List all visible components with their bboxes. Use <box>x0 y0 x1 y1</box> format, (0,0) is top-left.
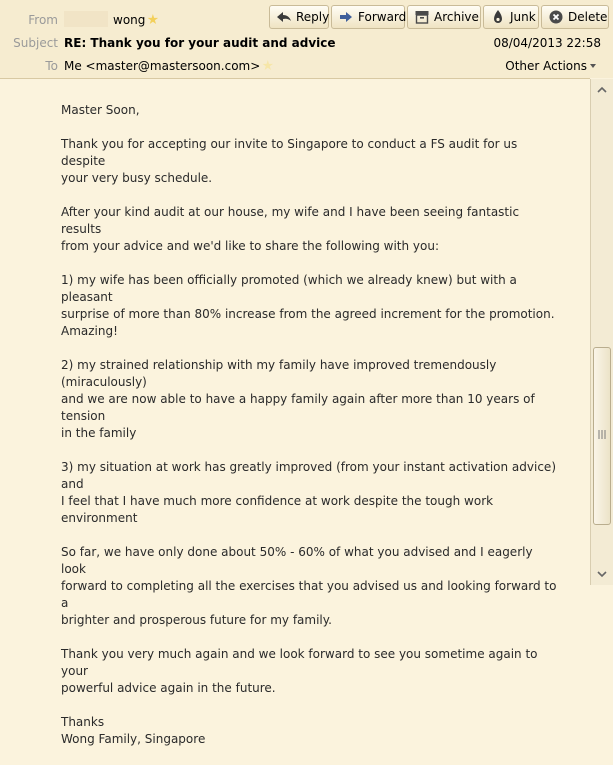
star-icon[interactable] <box>262 60 274 71</box>
paragraph-thanks: Thank you for accepting our invite to Si… <box>61 137 518 185</box>
message-body: Master Soon, Thank you for accepting our… <box>0 79 590 746</box>
to-label: To <box>45 59 58 73</box>
scroll-up-arrow-icon[interactable] <box>595 83 609 97</box>
forward-arrow-icon <box>340 12 352 22</box>
junk-flame-icon <box>494 10 502 23</box>
archive-label: Archive <box>434 10 479 24</box>
grip-lines-icon <box>598 430 606 439</box>
junk-button[interactable]: Junk <box>483 5 539 29</box>
paragraph-point-1: 1) my wife has been officially promoted … <box>61 273 555 338</box>
paragraph-signature: Thanks Wong Family, Singapore <box>61 715 206 746</box>
reply-button[interactable]: Reply <box>269 5 329 29</box>
subject-label: Subject <box>13 36 58 50</box>
scrollbar-thumb[interactable] <box>593 347 611 525</box>
redacted-sender <box>64 11 108 27</box>
caret-down-icon <box>590 64 596 68</box>
vertical-scrollbar[interactable] <box>590 79 613 585</box>
message-date: 08/04/2013 22:58 <box>493 36 601 50</box>
message-header: From wong Reply Forward Archive Junk Del… <box>0 0 613 78</box>
scroll-down-arrow-icon[interactable] <box>595 567 609 581</box>
from-label: From <box>28 13 58 27</box>
paragraph-progress: So far, we have only done about 50% - 60… <box>61 545 557 627</box>
paragraph-greeting: Master Soon, <box>61 103 140 117</box>
from-sender[interactable]: wong <box>113 13 159 27</box>
paragraph-point-2: 2) my strained relationship with my fami… <box>61 358 535 440</box>
subject-text: RE: Thank you for your audit and advice <box>64 36 336 50</box>
reply-label: Reply <box>296 10 330 24</box>
delete-button[interactable]: Delete <box>541 5 609 29</box>
message-text: Master Soon, Thank you for accepting our… <box>61 102 561 765</box>
paragraph-closing: Thank you very much again and we look fo… <box>61 647 538 695</box>
from-name[interactable]: wong <box>113 13 145 27</box>
reply-arrow-icon <box>277 12 291 22</box>
paragraph-results: After your kind audit at our house, my w… <box>61 205 520 253</box>
archive-button[interactable]: Archive <box>407 5 481 29</box>
other-actions-menu[interactable]: Other Actions <box>505 59 596 73</box>
to-recipient[interactable]: Me <master@mastersoon.com> <box>64 59 274 73</box>
to-address[interactable]: Me <master@mastersoon.com> <box>64 59 260 73</box>
star-icon[interactable] <box>147 14 159 25</box>
delete-x-icon <box>549 10 563 24</box>
delete-label: Delete <box>568 10 608 24</box>
other-actions-label: Other Actions <box>505 59 587 73</box>
junk-label: Junk <box>510 10 536 24</box>
forward-label: Forward <box>358 10 407 24</box>
paragraph-point-3: 3) my situation at work has greatly impr… <box>61 460 556 525</box>
forward-button[interactable]: Forward <box>331 5 407 29</box>
archive-box-icon <box>415 11 429 24</box>
